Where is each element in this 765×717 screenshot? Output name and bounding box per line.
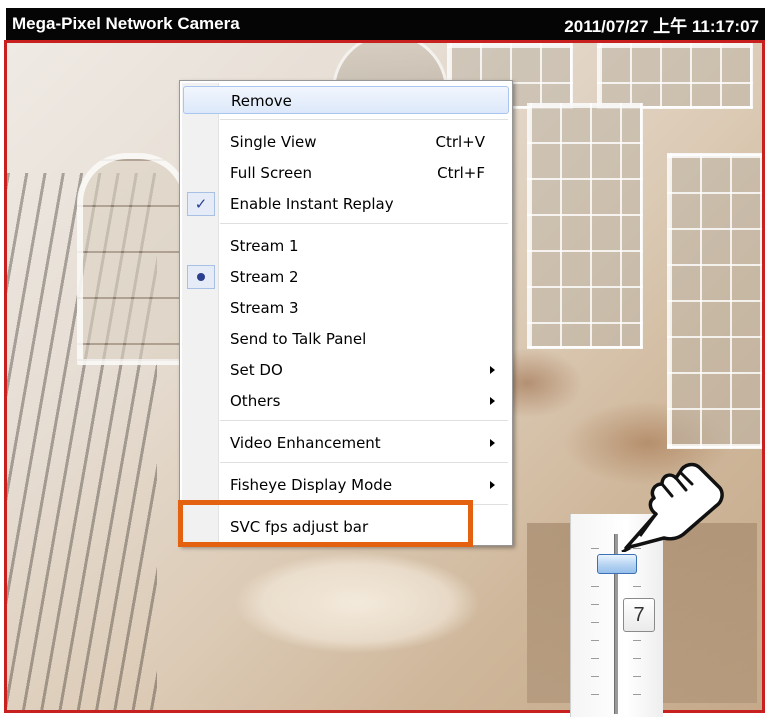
- fps-tick: [633, 694, 641, 695]
- fps-tick: [633, 640, 641, 641]
- video-scene-window-right: [667, 153, 762, 449]
- context-menu: Remove Single View Ctrl+V Full Screen Ct…: [179, 80, 513, 546]
- menu-separator: [220, 420, 508, 424]
- menu-item-shortcut: Ctrl+V: [435, 133, 485, 151]
- checkmark-icon: ✓: [187, 192, 215, 216]
- fps-tick: [633, 676, 641, 677]
- menu-item-label: Set DO: [230, 361, 283, 379]
- menu-item-label: Video Enhancement: [230, 434, 381, 452]
- menu-item-label: Remove: [231, 92, 292, 110]
- menu-item-label: Stream 2: [230, 268, 299, 286]
- menu-separator: [220, 223, 508, 227]
- menu-item-stream-1[interactable]: Stream 1: [183, 232, 509, 260]
- submenu-arrow-icon: [490, 397, 495, 405]
- fps-tick: [591, 658, 599, 659]
- menu-item-others[interactable]: Others: [183, 387, 509, 415]
- fps-tick: [591, 586, 599, 587]
- fps-slider-thumb[interactable]: [597, 554, 637, 574]
- menu-item-enable-instant-replay[interactable]: ✓ Enable Instant Replay: [183, 190, 509, 218]
- menu-item-label: Stream 3: [230, 299, 299, 317]
- menu-item-remove[interactable]: Remove: [183, 86, 509, 114]
- menu-item-label: Send to Talk Panel: [230, 330, 367, 348]
- fps-tick: [591, 622, 599, 623]
- camera-title-bar: Mega-Pixel Network Camera 2011/07/27 上午 …: [6, 8, 765, 40]
- menu-separator: [220, 119, 508, 123]
- radio-dot-icon: [187, 265, 215, 289]
- pointing-hand-icon: [621, 462, 724, 552]
- fps-tick: [591, 604, 599, 605]
- menu-item-stream-3[interactable]: Stream 3: [183, 294, 509, 322]
- fps-tick: [591, 640, 599, 641]
- menu-item-stream-2[interactable]: Stream 2: [183, 263, 509, 291]
- menu-item-label: Enable Instant Replay: [230, 195, 394, 213]
- submenu-arrow-icon: [490, 366, 495, 374]
- menu-item-single-view[interactable]: Single View Ctrl+V: [183, 128, 509, 156]
- fps-value-display: 7: [623, 598, 655, 632]
- menu-item-label: Stream 1: [230, 237, 299, 255]
- camera-name: Mega-Pixel Network Camera: [12, 14, 240, 33]
- camera-timestamp: 2011/07/27 上午 11:17:07: [564, 16, 759, 36]
- menu-item-label: Fisheye Display Mode: [230, 476, 393, 494]
- video-scene-window-mid: [527, 103, 643, 349]
- menu-item-label: Others: [230, 392, 281, 410]
- fps-tick: [591, 548, 599, 549]
- fps-tick: [633, 586, 641, 587]
- video-scene-arched-shelf: [77, 153, 189, 365]
- menu-item-send-to-talk-panel[interactable]: Send to Talk Panel: [183, 325, 509, 353]
- menu-item-video-enhancement[interactable]: Video Enhancement: [183, 429, 509, 457]
- fps-tick: [591, 694, 599, 695]
- menu-item-fisheye-display-mode[interactable]: Fisheye Display Mode: [183, 471, 509, 499]
- video-scene-window-top-right: [597, 43, 753, 109]
- menu-item-full-screen[interactable]: Full Screen Ctrl+F: [183, 159, 509, 187]
- submenu-arrow-icon: [490, 481, 495, 489]
- submenu-arrow-icon: [490, 439, 495, 447]
- menu-item-shortcut: Ctrl+F: [437, 164, 485, 182]
- menu-item-label: Single View: [230, 133, 317, 151]
- menu-item-label: Full Screen: [230, 164, 312, 182]
- fps-tick: [591, 676, 599, 677]
- menu-separator: [220, 462, 508, 466]
- callout-highlight-box: [178, 500, 473, 547]
- menu-item-set-do[interactable]: Set DO: [183, 356, 509, 384]
- fps-tick: [633, 658, 641, 659]
